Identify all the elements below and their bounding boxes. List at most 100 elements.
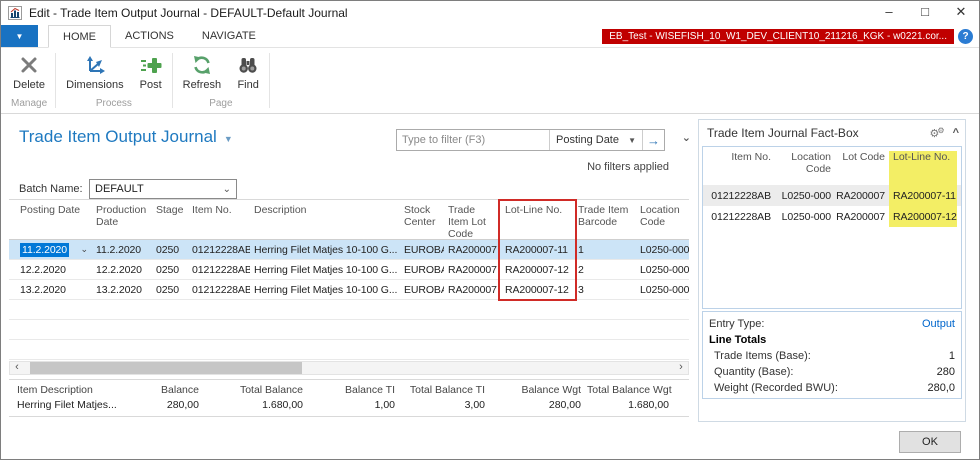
close-button[interactable]: ✕ [943, 1, 979, 25]
filter-input[interactable] [397, 130, 549, 150]
cell-trade-item-lot-code[interactable]: RA200007 [444, 244, 501, 256]
cell-stock-center[interactable]: EUROBA... [400, 284, 444, 296]
header-description[interactable]: Description [250, 200, 400, 239]
totals-total-balance-ti: 3,00 [401, 399, 491, 411]
cell-trade-item-barcode[interactable]: 2 [574, 264, 636, 276]
dimensions-button[interactable]: Dimensions [58, 52, 131, 93]
header-stock-center[interactable]: Stock Center [400, 200, 444, 239]
maximize-button[interactable]: □ [907, 1, 943, 25]
tab-navigate[interactable]: NAVIGATE [188, 25, 270, 47]
ribbon-group-process: Dimensions Post Process [58, 48, 169, 113]
filter-pane-collapse-button[interactable]: ⌄ [682, 131, 691, 144]
header-posting-date[interactable]: Posting Date [16, 200, 92, 239]
minimize-button[interactable]: – [871, 1, 907, 25]
row-selector[interactable] [9, 240, 16, 259]
totals-item-description: Herring Filet Matjes... [9, 399, 129, 411]
find-button[interactable]: Find [229, 52, 267, 93]
cell-lot-line-no[interactable]: RA200007-11 [501, 244, 574, 256]
app-window: Edit - Trade Item Output Journal - DEFAU… [0, 0, 980, 460]
totals-value-row: Herring Filet Matjes... 280,00 1.680,00 … [9, 399, 689, 411]
factbox-cell-location-code: L0250-000 [775, 185, 835, 206]
cell-dropdown-icon[interactable]: ⌄ [81, 244, 89, 255]
cell-description[interactable]: Herring Filet Matjes 10-100 G... [250, 244, 400, 256]
filter-go-arrow-icon: → [647, 133, 660, 148]
cell-stage[interactable]: 0250 [152, 284, 188, 296]
ribbon-group-manage: Delete Manage [5, 48, 53, 113]
cell-description[interactable]: Herring Filet Matjes 10-100 G... [250, 284, 400, 296]
ok-button[interactable]: OK [899, 431, 961, 453]
factbox-header: Trade Item Journal Fact-Box ⚙ ⚙ ^ [699, 120, 965, 144]
tab-home[interactable]: HOME [48, 25, 111, 48]
cell-production-date[interactable]: 12.2.2020 [92, 264, 152, 276]
factbox-row-2: 01212228AB L0250-000 RA200007 RA200007-1… [703, 206, 961, 227]
filter-column-selector[interactable]: Posting Date ▼ [550, 130, 642, 150]
quantity-base-label: Quantity (Base): [709, 366, 793, 378]
page-title-menu[interactable]: Trade Item Output Journal ▼ [19, 127, 233, 147]
cell-item-no[interactable]: 01212228AB [188, 264, 250, 276]
factbox-collapse-icon[interactable]: ^ [953, 127, 959, 139]
cell-stage[interactable]: 0250 [152, 264, 188, 276]
totals-header-total-balance-ti: Total Balance TI [401, 384, 491, 396]
scrollbar-thumb[interactable] [30, 362, 302, 374]
selected-cell[interactable]: 11.2.2020 [20, 243, 69, 257]
scroll-left-button[interactable]: ‹ [10, 362, 24, 374]
app-menu-button[interactable]: ▼ [1, 25, 38, 47]
totals-header-balance-ti: Balance TI [309, 384, 401, 396]
header-lot-line-no[interactable]: Lot-Line No. [501, 200, 574, 239]
scrollbar-track[interactable] [24, 362, 674, 374]
cell-production-date[interactable]: 11.2.2020 [92, 244, 152, 256]
filter-apply-button[interactable]: → [642, 130, 664, 150]
tab-actions[interactable]: ACTIONS [111, 25, 188, 47]
post-button[interactable]: Post [132, 52, 170, 93]
cell-production-date[interactable]: 13.2.2020 [92, 284, 152, 296]
cell-location-code[interactable]: L0250-000 [636, 244, 689, 256]
factbox-cell-item-no[interactable]: 01212228AB [703, 206, 775, 227]
cell-trade-item-lot-code[interactable]: RA200007 [444, 284, 501, 296]
horizontal-scrollbar: ‹ › [9, 361, 689, 375]
factbox-pane: Trade Item Journal Fact-Box ⚙ ⚙ ^ Item N… [698, 119, 966, 422]
batch-name-row: Batch Name: DEFAULT ⌄ [19, 179, 237, 199]
scroll-right-button[interactable]: › [674, 362, 688, 374]
header-stage[interactable]: Stage [152, 200, 188, 239]
cell-location-code[interactable]: L0250-000 [636, 264, 689, 276]
batch-name-combobox[interactable]: DEFAULT ⌄ [89, 179, 237, 199]
filter-column-value: Posting Date [556, 134, 619, 146]
cell-stock-center[interactable]: EUROBA... [400, 244, 444, 256]
header-location-code[interactable]: Location Code [636, 200, 689, 239]
cell-trade-item-lot-code[interactable]: RA200007 [444, 264, 501, 276]
cell-item-no[interactable]: 01212228AB [188, 244, 250, 256]
refresh-button[interactable]: Refresh [175, 52, 230, 93]
factbox-cell-item-no[interactable]: 01212228AB [703, 185, 775, 206]
header-trade-item-barcode[interactable]: Trade Item Barcode [574, 200, 636, 239]
batch-name-value: DEFAULT [95, 183, 144, 195]
cell-stage[interactable]: 0250 [152, 244, 188, 256]
cell-trade-item-barcode[interactable]: 1 [574, 244, 636, 256]
help-button[interactable]: ? [958, 29, 973, 44]
row-selector[interactable] [9, 280, 16, 299]
cell-posting-date[interactable]: 12.2.2020 [16, 264, 92, 276]
delete-x-icon [18, 54, 40, 76]
filter-status: No filters applied [587, 161, 669, 173]
ribbon-separator [55, 53, 56, 108]
header-trade-item-lot-code[interactable]: Trade Item Lot Code [444, 200, 501, 239]
header-production-date[interactable]: Production Date [92, 200, 152, 239]
ribbon-tabstrip: ▼ HOME ACTIONS NAVIGATE EB_Test - WISEFI… [1, 25, 979, 48]
factbox-gear-small-icon: ⚙ [937, 126, 944, 135]
cell-lot-line-no[interactable]: RA200007-12 [501, 264, 574, 276]
environment-badge: EB_Test - WISEFISH_10_W1_DEV_CLIENT10_21… [602, 29, 954, 44]
entry-type-value-link[interactable]: Output [922, 318, 955, 330]
cell-posting-date[interactable]: 13.2.2020 [16, 284, 92, 296]
cell-stock-center[interactable]: EUROBA... [400, 264, 444, 276]
header-item-no[interactable]: Item No. [188, 200, 250, 239]
cell-trade-item-barcode[interactable]: 3 [574, 284, 636, 296]
totals-header-row: Item Description Balance Total Balance B… [9, 384, 689, 396]
cell-location-code[interactable]: L0250-000 [636, 284, 689, 296]
cell-description[interactable]: Herring Filet Matjes 10-100 G... [250, 264, 400, 276]
cell-posting-date[interactable]: 11.2.2020 ⌄ [16, 243, 92, 257]
factbox-details: Entry Type: Output Line Totals Trade Ite… [702, 311, 962, 399]
refresh-arrows-icon [191, 54, 213, 76]
row-selector[interactable] [9, 260, 16, 279]
cell-item-no[interactable]: 01212228AB [188, 284, 250, 296]
cell-lot-line-no[interactable]: RA200007-12 [501, 284, 574, 296]
delete-button[interactable]: Delete [5, 52, 53, 93]
